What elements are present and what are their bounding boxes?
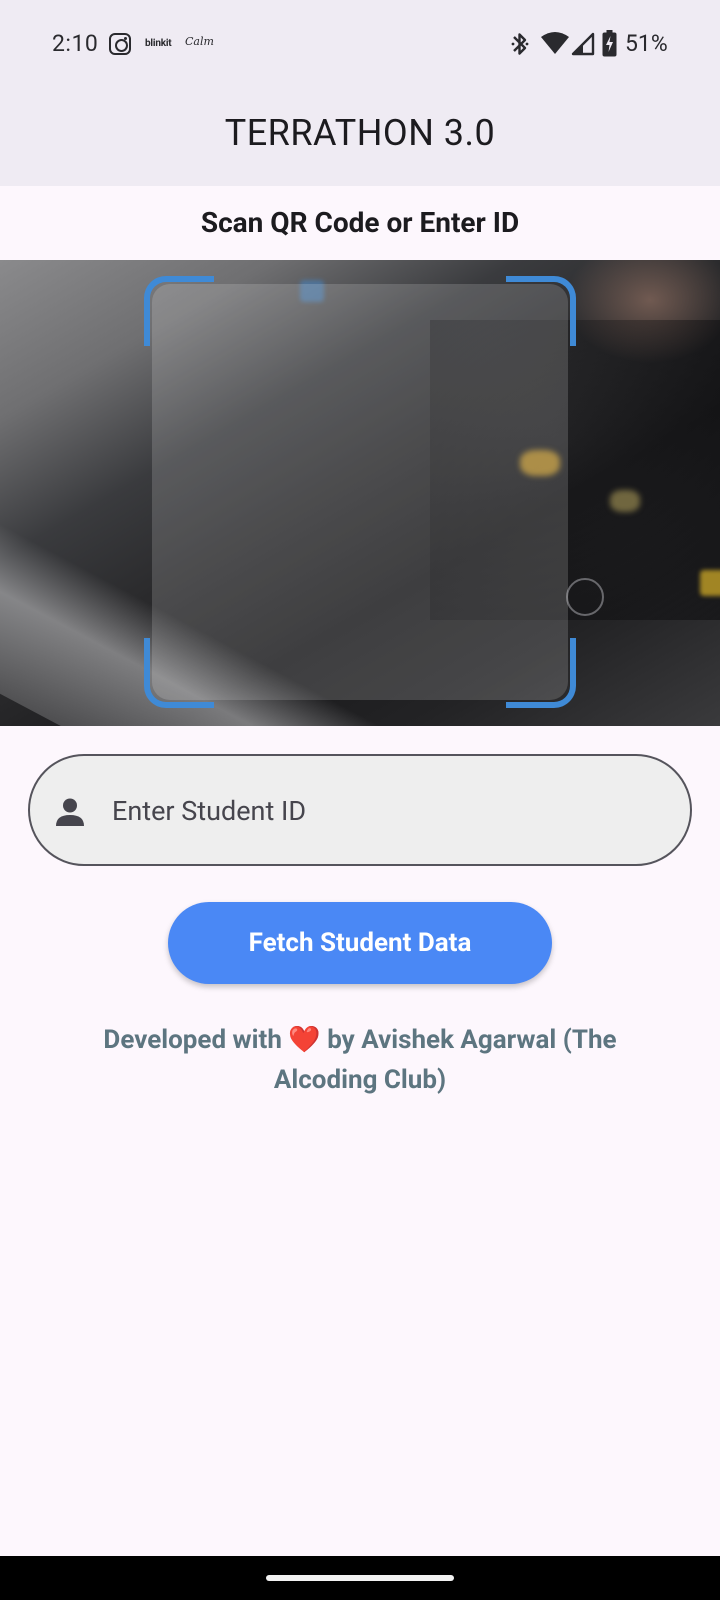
scan-corner-bottom-right — [506, 638, 576, 708]
status-bar: 2:10 blinkit Calm 51% — [0, 0, 720, 88]
qr-camera-preview[interactable] — [0, 260, 720, 726]
person-icon — [56, 798, 84, 826]
battery-percentage: 51% — [625, 30, 668, 57]
scan-corner-bottom-left — [144, 638, 214, 708]
heart-icon: ❤️ — [288, 1025, 321, 1055]
blinkit-icon: blinkit — [145, 38, 172, 49]
app-title: TERRATHON 3.0 — [224, 112, 496, 154]
scanner-title: Scan QR Code or Enter ID — [200, 206, 520, 239]
top-bar: 2:10 blinkit Calm 51% TERRATHON 3.0 — [0, 0, 720, 186]
credit-suffix: by Avishek Agarwal (The Alcoding Club) — [273, 1025, 617, 1095]
system-nav-bar — [0, 1556, 720, 1600]
instagram-icon — [109, 33, 131, 55]
student-id-field[interactable] — [28, 754, 692, 866]
camera-background — [566, 578, 604, 616]
scan-corner-top-left — [144, 276, 214, 346]
student-id-input[interactable] — [112, 782, 652, 840]
home-gesture-handle[interactable] — [266, 1575, 454, 1581]
scanner-header: Scan QR Code or Enter ID — [0, 186, 720, 260]
wifi-icon — [541, 32, 569, 54]
scan-corner-top-right — [506, 276, 576, 346]
calm-icon: Calm — [185, 35, 214, 48]
battery-charging-icon — [602, 30, 617, 57]
developer-credit: Developed with ❤️ by Avishek Agarwal (Th… — [60, 1020, 660, 1100]
bluetooth-icon — [511, 33, 529, 55]
camera-background — [700, 570, 720, 596]
camera-background — [610, 490, 640, 512]
cellular-signal-icon — [571, 32, 595, 56]
fetch-student-data-button[interactable]: Fetch Student Data — [168, 902, 552, 984]
status-time: 2:10 — [52, 30, 99, 57]
credit-prefix: Developed with — [103, 1025, 289, 1055]
